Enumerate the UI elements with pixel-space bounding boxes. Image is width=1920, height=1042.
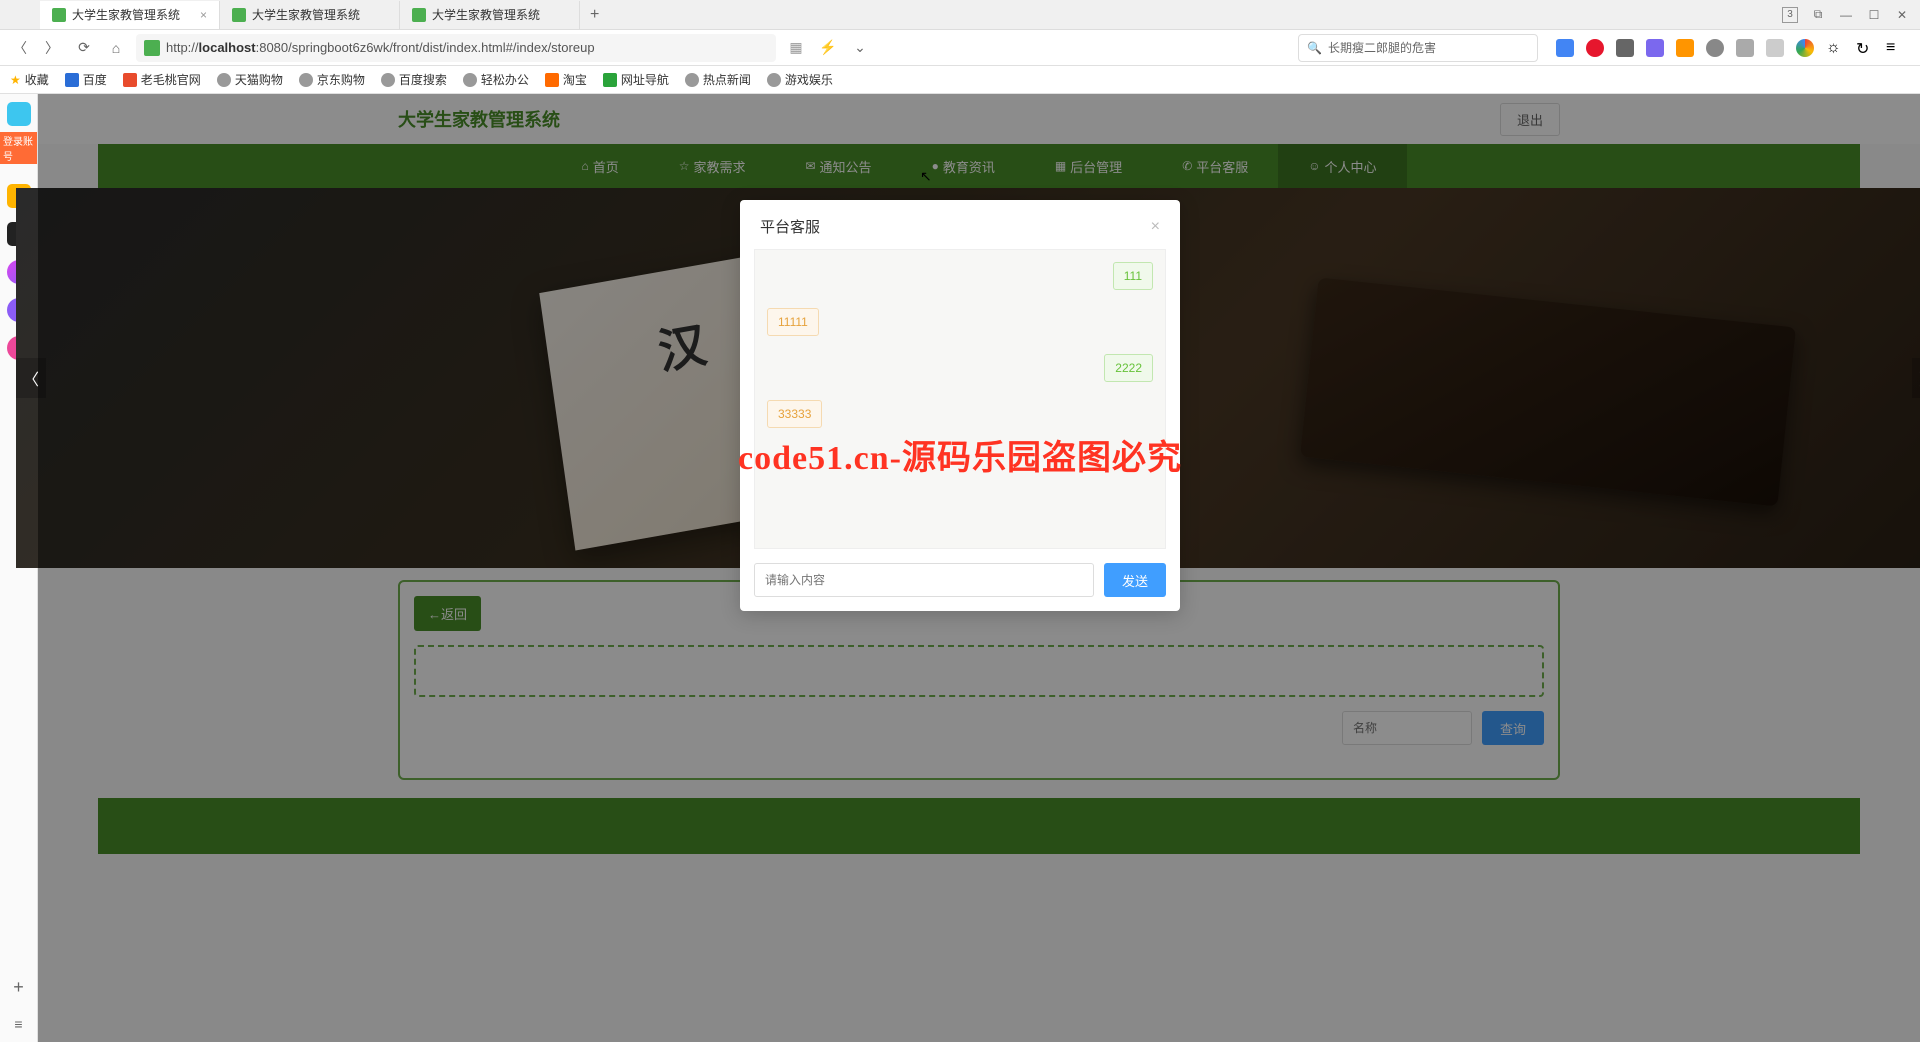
tab-title: 大学生家教管理系统 [252,6,360,23]
forward-icon[interactable]: 〉 [40,36,64,60]
reload-icon[interactable]: ⟳ [72,36,96,60]
tab-close-icon[interactable]: × [200,8,207,22]
bookmark-item[interactable]: 网址导航 [603,71,669,88]
modal-footer: 发送 [740,549,1180,611]
close-icon[interactable]: × [1151,218,1160,236]
ext-puzzle-icon[interactable] [1736,39,1754,57]
ext-sun-icon[interactable]: ☼ [1826,39,1844,57]
ext-scissors-icon[interactable] [1616,39,1634,57]
tab-title: 大学生家教管理系统 [72,6,180,23]
browser-tab-strip: 大学生家教管理系统 × 大学生家教管理系统 大学生家教管理系统 + 3 ⧉ — … [0,0,1920,30]
search-text: 长期瘦二郎腿的危害 [1328,39,1436,56]
chat-message-sent: 111 [1113,262,1153,290]
bookmark-item[interactable]: 轻松办公 [463,71,529,88]
login-tag[interactable]: 登录账号 [0,132,37,164]
ext-search-icon[interactable] [1706,39,1724,57]
bookmark-item[interactable]: 老毛桃官网 [123,71,201,88]
shield-icon [144,40,160,56]
modal-title: 平台客服 [760,216,820,237]
ext-mail-icon[interactable] [1556,39,1574,57]
browser-tab[interactable]: 大学生家教管理系统 [400,1,580,29]
ext-grid-icon[interactable] [1766,39,1784,57]
window-controls: 3 ⧉ — ☐ ✕ [1782,7,1920,23]
browser-search-input[interactable]: 🔍 长期瘦二郎腿的危害 [1298,34,1538,62]
ext-purple-icon[interactable] [1646,39,1664,57]
bookmark-item[interactable]: 天猫购物 [217,71,283,88]
qr-icon[interactable]: ▦ [784,36,808,60]
chat-message-received: 11111 [767,308,819,336]
ext-weibo-icon[interactable] [1586,39,1604,57]
bookmark-item[interactable]: 热点新闻 [685,71,751,88]
close-window-icon[interactable]: ✕ [1894,7,1910,23]
flash-icon[interactable]: ⚡ [816,36,840,60]
chat-input[interactable] [754,563,1094,597]
chat-message-list[interactable]: 111 11111 2222 33333 [754,249,1166,549]
minimize-icon[interactable]: — [1838,7,1854,23]
menu-icon[interactable]: ≡ [14,1016,22,1032]
chevron-down-icon[interactable]: ⌄ [848,36,872,60]
chat-modal: 平台客服 × 111 11111 2222 33333 发送 [740,200,1180,611]
search-icon: 🔍 [1307,41,1322,55]
tab-count-badge[interactable]: 3 [1782,7,1798,23]
ext-shield-icon[interactable] [1676,39,1694,57]
chat-message-sent: 2222 [1104,354,1153,382]
bookmark-item[interactable]: ★收藏 [10,71,49,88]
tab-favicon [412,8,426,22]
tab-favicon [52,8,66,22]
bookmarks-bar: ★收藏 百度 老毛桃官网 天猫购物 京东购物 百度搜索 轻松办公 淘宝 网址导航… [0,66,1920,94]
bookmark-item[interactable]: 百度 [65,71,107,88]
extension-icons: ☼ ↻ ≡ [1556,39,1912,57]
home-icon[interactable]: ⌂ [104,36,128,60]
send-button[interactable]: 发送 [1104,563,1166,597]
add-icon[interactable]: + [13,977,24,998]
bookmark-icon[interactable]: ⧉ [1810,7,1826,23]
tab-favicon [232,8,246,22]
browser-tab[interactable]: 大学生家教管理系统 [220,1,400,29]
ext-chrome-icon[interactable] [1796,39,1814,57]
url-text: http://localhost:8080/springboot6z6wk/fr… [166,40,595,55]
tab-title: 大学生家教管理系统 [432,6,540,23]
bookmark-item[interactable]: 百度搜索 [381,71,447,88]
bookmark-item[interactable]: 淘宝 [545,71,587,88]
url-input[interactable]: http://localhost:8080/springboot6z6wk/fr… [136,34,776,62]
address-bar: 〈 〉 ⟳ ⌂ http://localhost:8080/springboot… [0,30,1920,66]
modal-header: 平台客服 × [740,200,1180,249]
browser-tab[interactable]: 大学生家教管理系统 × [40,1,220,29]
chat-message-received: 33333 [767,400,822,428]
side-app-icon[interactable] [7,102,31,126]
ext-menu-icon[interactable]: ≡ [1886,39,1904,57]
back-icon[interactable]: 〈 [8,36,32,60]
new-tab-button[interactable]: + [580,6,609,24]
bookmark-item[interactable]: 京东购物 [299,71,365,88]
ext-refresh-icon[interactable]: ↻ [1856,39,1874,57]
bookmark-item[interactable]: 游戏娱乐 [767,71,833,88]
maximize-icon[interactable]: ☐ [1866,7,1882,23]
